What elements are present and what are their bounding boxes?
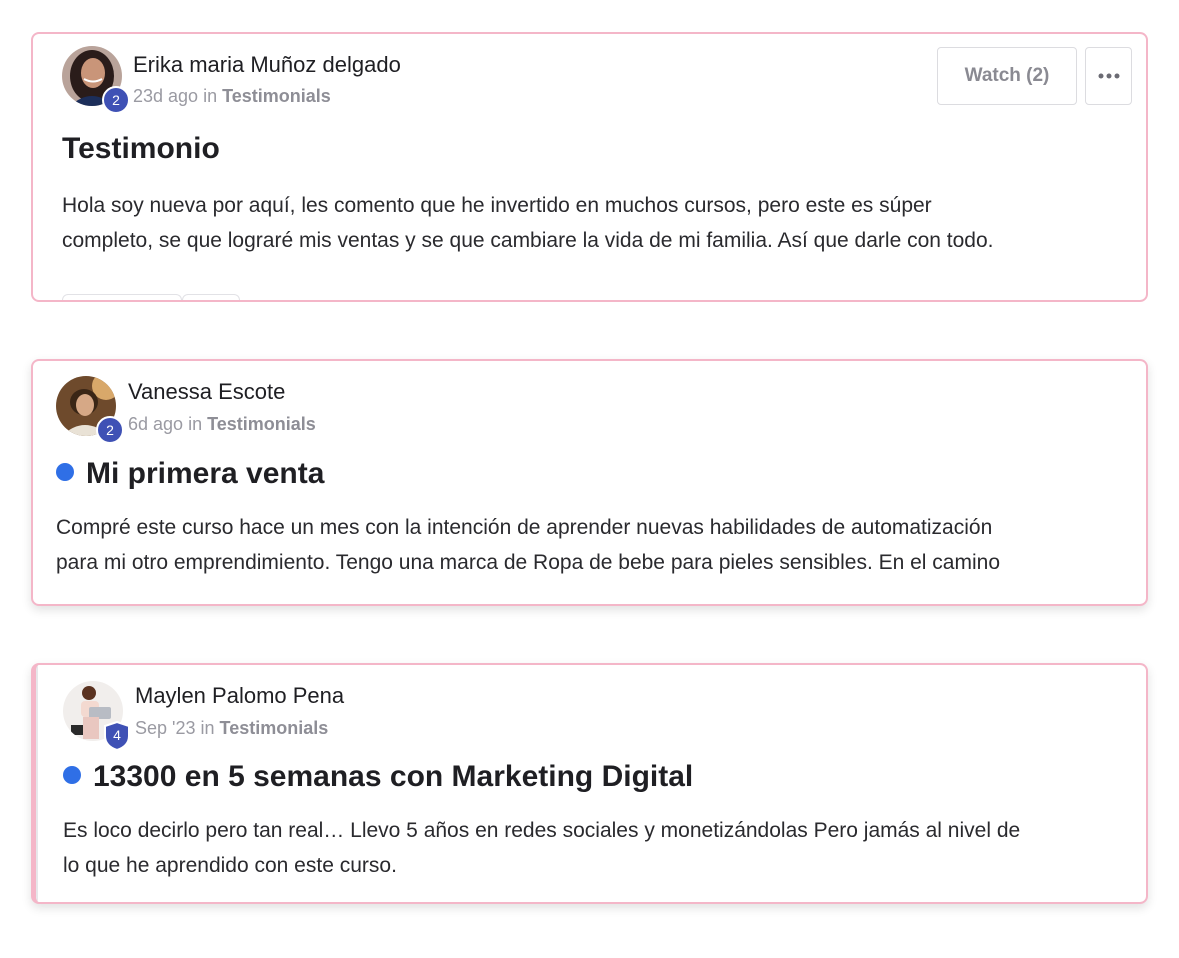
- watch-button[interactable]: Watch (2): [937, 47, 1077, 105]
- avatar[interactable]: 2: [62, 46, 130, 114]
- post-title-text: Mi primera venta: [86, 457, 325, 490]
- post-card[interactable]: 2 Vanessa Escote 6d ago in Testimonials …: [31, 359, 1148, 606]
- more-horizontal-icon: [1098, 73, 1119, 79]
- level-badge: 2: [96, 416, 124, 444]
- excerpt-line: para mi otro emprendimiento. Tengo una m…: [56, 551, 1001, 574]
- excerpt-line: Compré este curso hace un mes con la int…: [56, 516, 993, 539]
- excerpt-line: Es loco decirlo pero tan real… Llevo 5 a…: [63, 819, 1021, 842]
- author-name[interactable]: Vanessa Escote: [128, 379, 285, 405]
- in-label: in: [203, 86, 218, 106]
- category-link[interactable]: Testimonials: [222, 86, 331, 106]
- excerpt-line: Hola soy nueva por aquí, les comento que…: [62, 194, 932, 217]
- excerpt-line: completo, se que lograré mis ventas y se…: [62, 229, 994, 252]
- post-meta: Sep '23 in Testimonials: [135, 718, 328, 739]
- post-meta: 6d ago in Testimonials: [128, 414, 316, 435]
- more-options-button[interactable]: [1085, 47, 1132, 105]
- in-label: in: [188, 414, 203, 434]
- post-meta: 23d ago in Testimonials: [133, 86, 331, 107]
- post-card[interactable]: 2 Erika maria Muñoz delgado 23d ago in T…: [31, 32, 1148, 302]
- post-excerpt: Compré este curso hace un mes con la int…: [56, 510, 1000, 580]
- post-excerpt: Es loco decirlo pero tan real… Llevo 5 a…: [63, 813, 1020, 883]
- post-title[interactable]: Mi primera venta: [56, 457, 324, 491]
- avatar[interactable]: 2: [56, 376, 124, 444]
- reaction-button[interactable]: [62, 294, 182, 300]
- avatar[interactable]: 4: [63, 681, 130, 752]
- unread-indicator-icon: [56, 463, 74, 482]
- author-name[interactable]: Erika maria Muñoz delgado: [133, 52, 401, 78]
- level-number: 4: [113, 727, 121, 743]
- post-title[interactable]: Testimonio: [62, 132, 220, 166]
- excerpt-line: lo que he aprendido con este curso.: [63, 854, 397, 877]
- post-time: 6d ago: [128, 414, 184, 434]
- level-shield-icon: 4: [103, 720, 131, 752]
- reply-button[interactable]: [182, 294, 240, 300]
- level-badge: 2: [102, 86, 130, 114]
- in-label: in: [200, 718, 215, 738]
- author-name[interactable]: Maylen Palomo Pena: [135, 683, 344, 709]
- category-link[interactable]: Testimonials: [220, 718, 329, 738]
- post-card[interactable]: 4 Maylen Palomo Pena Sep '23 in Testimon…: [31, 663, 1148, 904]
- post-time: 23d ago: [133, 86, 199, 106]
- post-excerpt: Hola soy nueva por aquí, les comento que…: [62, 188, 994, 258]
- category-link[interactable]: Testimonials: [207, 414, 316, 434]
- post-time: Sep '23: [135, 718, 196, 738]
- post-title-text: 13300 en 5 semanas con Marketing Digital: [93, 760, 694, 793]
- unread-indicator-icon: [63, 766, 81, 785]
- post-title[interactable]: 13300 en 5 semanas con Marketing Digital: [63, 760, 693, 794]
